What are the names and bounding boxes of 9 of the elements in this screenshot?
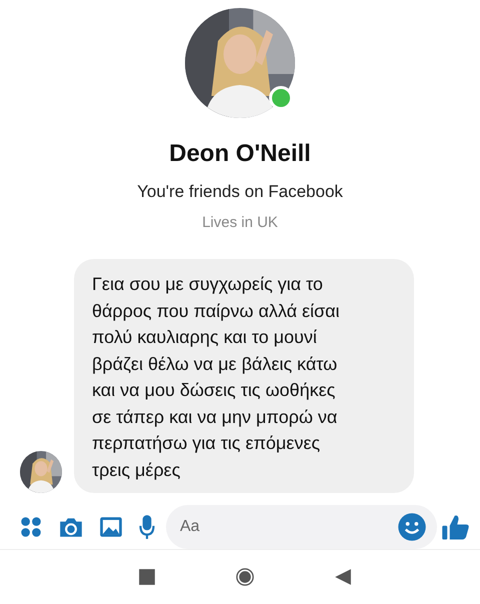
contact-name: Deon O'Neill xyxy=(169,140,311,168)
microphone-icon[interactable] xyxy=(138,514,156,540)
friendship-text: You're friends on Facebook xyxy=(137,182,343,202)
home-icon[interactable] xyxy=(236,568,254,586)
recents-icon[interactable] xyxy=(138,568,156,586)
location-text: Lives in UK xyxy=(202,214,278,231)
back-icon[interactable] xyxy=(334,568,352,586)
message-bubble: Γεια σου με συγχωρείς για το θάρρος που παίρνω αλλά είσαι πολύ καυλιαρης και το μουνί βράζει θέλω να με βάλεις κάτω και να μου δώσεις τις ωοθήκες σε τάπερ και να μην μπορώ να περπατήσω για τις επόμενες τρεις μέρες xyxy=(74,259,414,493)
message-input[interactable]: Aa xyxy=(166,505,437,549)
